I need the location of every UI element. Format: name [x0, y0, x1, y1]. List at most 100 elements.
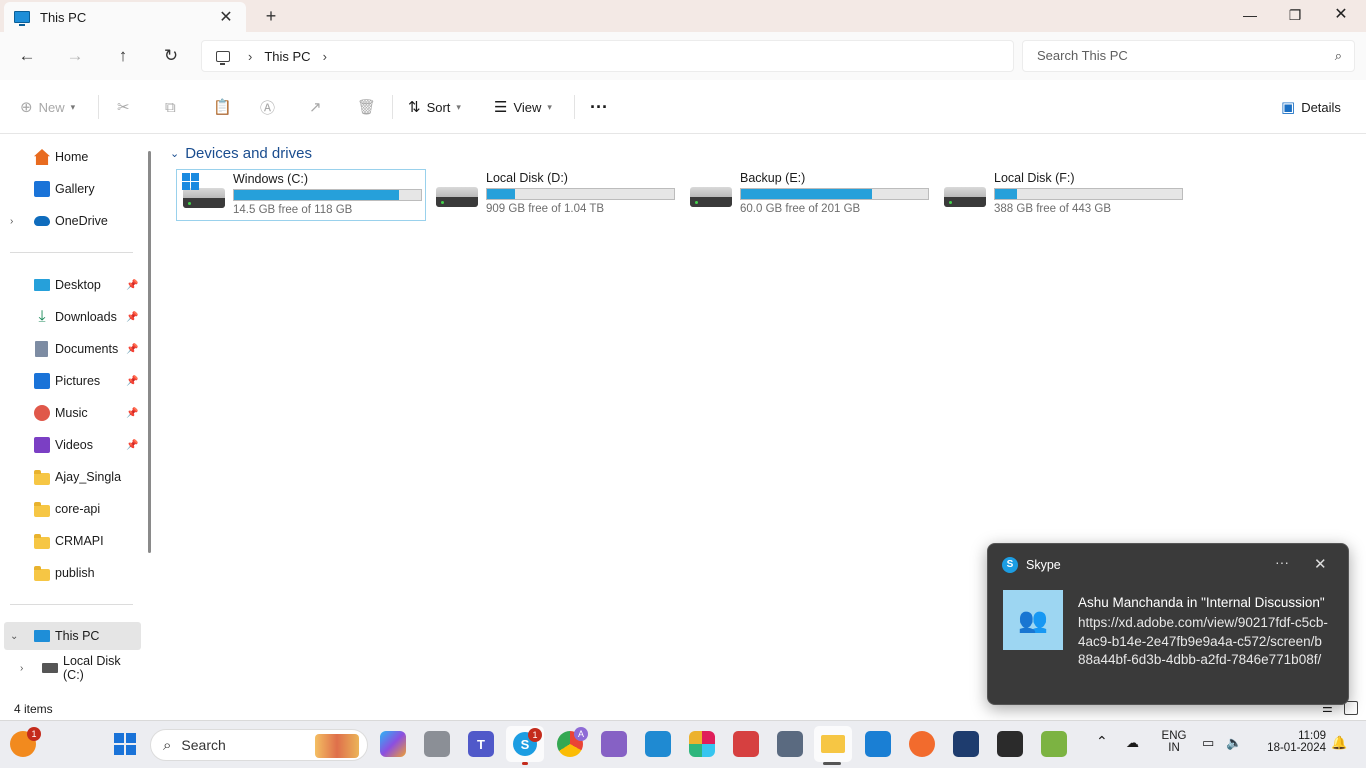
chevron-right-icon[interactable]: › [10, 216, 13, 227]
arrow-right-icon: → [66, 46, 84, 65]
tab-this-pc[interactable]: This PC ✕ [4, 2, 246, 32]
divider [98, 95, 99, 119]
sidebar-item-documents[interactable]: Documents 📌 [0, 335, 140, 363]
sidebar-item-home[interactable]: Home [0, 143, 140, 171]
notepad-icon[interactable] [865, 731, 891, 757]
display-icon[interactable]: ▭ [1202, 735, 1214, 751]
share-button[interactable]: ↗ [309, 94, 328, 120]
rename-icon: Ⓐ [260, 99, 276, 117]
windows-logo-icon [182, 173, 199, 190]
sidebar-item-core-api[interactable]: core-api [0, 495, 140, 523]
sidebar-item-label: Gallery [55, 182, 95, 196]
pin-icon[interactable]: 📌 [126, 408, 138, 419]
taskbar-search[interactable]: ⌕ Search [150, 729, 368, 761]
sidebar-item-label: Videos [55, 438, 93, 452]
bell-icon[interactable]: 🔔 [1331, 735, 1347, 751]
sidebar-item-videos[interactable]: Videos 📌 [0, 431, 140, 459]
share-icon: ↗ [309, 99, 322, 116]
language-indicator[interactable]: ENG IN [1158, 730, 1190, 754]
sidebar-item-publish[interactable]: publish [0, 559, 140, 587]
sidebar-item-this-pc[interactable]: ⌄ This PC [4, 622, 141, 650]
postman-icon[interactable] [909, 731, 935, 757]
forward-button[interactable]: → [61, 44, 89, 68]
back-button[interactable]: ← [13, 44, 41, 68]
breadcrumb-this-pc[interactable]: This PC [264, 49, 310, 64]
delete-button[interactable]: 🗑 [357, 94, 382, 120]
drive-tile-c[interactable]: Windows (C:) 14.5 GB free of 118 GB [176, 169, 426, 221]
sidebar-item-local-disk-c[interactable]: › Local Disk (C:) [0, 654, 140, 682]
details-button[interactable]: ▣ Details [1281, 94, 1341, 120]
drive-tile-f[interactable]: Local Disk (F:) 388 GB free of 443 GB [938, 169, 1188, 221]
start-button[interactable] [112, 731, 138, 757]
notification-close-button[interactable]: ✕ [1314, 555, 1327, 573]
vscode-icon[interactable] [645, 731, 671, 757]
search-input[interactable]: Search This PC ⌕ [1022, 40, 1355, 72]
sidebar-item-gallery[interactable]: Gallery [0, 175, 140, 203]
sidebar-item-crmapi[interactable]: CRMAPI [0, 527, 140, 555]
cloud-offline-icon[interactable]: ☁ [1126, 735, 1139, 751]
new-button[interactable]: ⊕ New ▾ [20, 94, 75, 120]
chevron-down-icon[interactable]: ⌄ [10, 631, 18, 642]
breadcrumb-chevron-icon[interactable]: › [248, 49, 252, 64]
address-bar[interactable]: › This PC › [201, 40, 1014, 72]
sidebar-scrollbar[interactable] [148, 151, 151, 553]
task-view-icon[interactable] [424, 731, 450, 757]
chevron-up-icon[interactable]: ⌃ [1096, 733, 1108, 750]
close-window-button[interactable]: ✕ [1318, 0, 1364, 32]
view-icon: ☰ [494, 99, 508, 116]
volume-icon[interactable]: 🔈 [1226, 735, 1242, 751]
up-button[interactable]: ↑ [109, 44, 137, 68]
breadcrumb-chevron-icon[interactable]: › [323, 49, 327, 64]
copy-button[interactable]: ⧉ [165, 94, 182, 120]
tab-close-button[interactable]: ✕ [216, 7, 236, 27]
notification-more-button[interactable]: ··· [1275, 554, 1289, 570]
new-tab-button[interactable]: + [260, 4, 282, 28]
skype-notification[interactable]: S Skype ··· ✕ 👥 Ashu Manchanda in "Inter… [987, 543, 1349, 705]
drive-tile-d[interactable]: Local Disk (D:) 909 GB free of 1.04 TB [430, 169, 680, 221]
teams-icon[interactable]: T [468, 731, 494, 757]
sidebar-item-desktop[interactable]: Desktop 📌 [0, 271, 140, 299]
resource-monitor-icon[interactable] [1041, 731, 1067, 757]
pin-icon[interactable]: 📌 [126, 440, 138, 451]
refresh-button[interactable]: ↻ [157, 44, 185, 68]
snipping-tool-icon[interactable] [733, 731, 759, 757]
slack-icon[interactable] [689, 731, 715, 757]
pin-icon[interactable]: 📌 [126, 280, 138, 291]
sort-button[interactable]: ⇅ Sort ▾ [408, 94, 461, 120]
pin-icon[interactable]: 📌 [126, 376, 138, 387]
chrome-icon[interactable]: A [557, 727, 588, 757]
sql-server-icon[interactable] [953, 731, 979, 757]
drive-usage-fill [234, 190, 399, 200]
chevron-right-icon[interactable]: › [20, 663, 23, 674]
weather-widget[interactable]: 1 [10, 727, 41, 757]
sort-icon: ⇅ [408, 99, 421, 116]
skype-taskbar-slot[interactable]: S 1 [506, 726, 544, 762]
group-header-devices[interactable]: ⌄ Devices and drives [170, 145, 312, 162]
view-label: View [513, 99, 542, 115]
pin-icon[interactable]: 📌 [126, 312, 138, 323]
sidebar-item-pictures[interactable]: Pictures 📌 [0, 367, 140, 395]
sidebar-item-downloads[interactable]: ⤓ Downloads 📌 [0, 303, 140, 331]
minimize-button[interactable]: — [1227, 0, 1273, 32]
sidebar-item-music[interactable]: Music 📌 [0, 399, 140, 427]
clock[interactable]: 11:09 18-01-2024 [1256, 730, 1326, 754]
cut-button[interactable]: ✂ [117, 94, 136, 120]
divider [392, 95, 393, 119]
rename-button[interactable]: Ⓐ [260, 94, 281, 120]
taskbar: 1 ⌕ Search T S 1 A ⌃ ☁ ENG IN ▭ 🔈 11:09 … [0, 720, 1366, 768]
sidebar-item-label: Ajay_Singla [55, 470, 122, 484]
paste-button[interactable]: 📋 [213, 94, 238, 120]
pin-icon[interactable]: 📌 [126, 344, 138, 355]
drive-free-space: 14.5 GB free of 118 GB [233, 204, 353, 216]
terminal-icon[interactable] [997, 731, 1023, 757]
calculator-icon[interactable] [777, 731, 803, 757]
sidebar-item-ajay-singla[interactable]: Ajay_Singla [0, 463, 140, 491]
view-button[interactable]: ☰ View ▾ [494, 94, 552, 120]
visual-studio-icon[interactable] [601, 731, 627, 757]
sidebar-item-onedrive[interactable]: › OneDrive [0, 207, 140, 235]
file-explorer-taskbar-slot[interactable] [814, 726, 852, 762]
copilot-icon[interactable] [380, 731, 406, 757]
drive-tile-e[interactable]: Backup (E:) 60.0 GB free of 201 GB [684, 169, 934, 221]
maximize-button[interactable]: ❐ [1272, 0, 1318, 32]
more-options-button[interactable]: ··· [590, 94, 608, 120]
